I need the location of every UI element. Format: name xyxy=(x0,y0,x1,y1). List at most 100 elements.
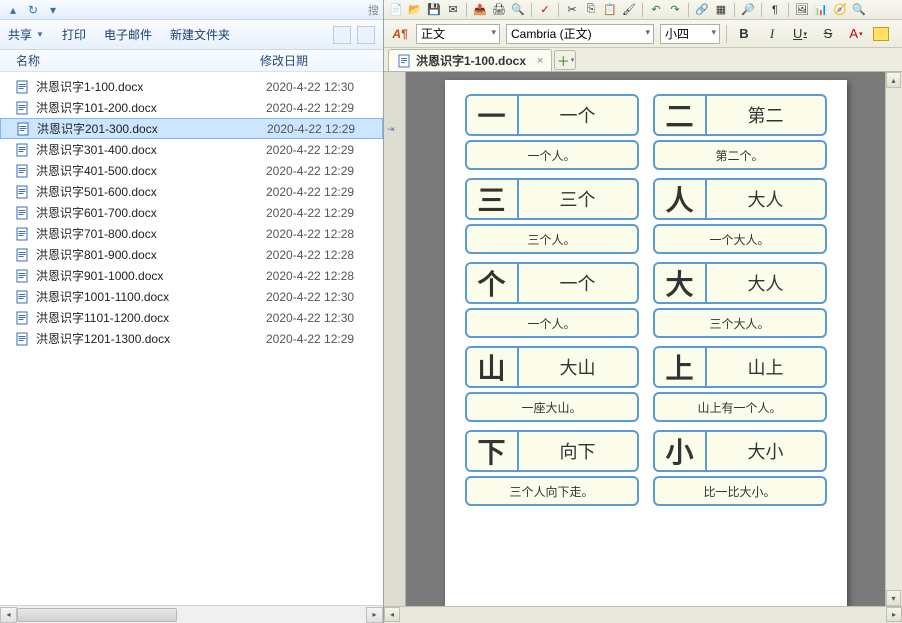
nonprinting-icon[interactable]: ¶ xyxy=(767,2,783,18)
file-row[interactable]: 洪恩识字901-1000.docx2020-4-22 12:28 xyxy=(0,265,383,286)
size-combo[interactable] xyxy=(660,24,720,44)
file-row[interactable]: 洪恩识字201-300.docx2020-4-22 12:29 xyxy=(0,118,383,139)
format-paint-icon[interactable]: 🖌 xyxy=(621,2,637,18)
close-tab-icon[interactable]: × xyxy=(537,55,543,67)
print-icon[interactable]: 🖨 xyxy=(491,2,507,18)
flashcard: 小大小比一比大小。 xyxy=(653,430,827,506)
editor-scroll-left-button[interactable]: ◂ xyxy=(384,607,400,622)
file-date: 2020-4-22 12:29 xyxy=(266,332,354,346)
gallery-icon[interactable]: 🖼 xyxy=(794,2,810,18)
file-date: 2020-4-22 12:30 xyxy=(266,290,354,304)
email-button[interactable]: 电子邮件 xyxy=(104,26,152,43)
file-row[interactable]: 洪恩识字101-200.docx2020-4-22 12:29 xyxy=(0,97,383,118)
card-character: 个 xyxy=(467,264,519,302)
file-date: 2020-4-22 12:28 xyxy=(266,269,354,283)
strikethrough-button[interactable]: S xyxy=(817,24,839,44)
redo-icon[interactable]: ↷ xyxy=(667,2,683,18)
copy-icon[interactable]: ⎘ xyxy=(583,2,599,18)
open-icon[interactable]: 📂 xyxy=(407,2,423,18)
style-combo[interactable] xyxy=(416,24,500,44)
font-color-button[interactable]: A▾ xyxy=(845,24,867,44)
vertical-scrollbar[interactable]: ▴ ▾ xyxy=(885,72,902,606)
flashcards-grid: 一一个一个人。二第二第二个。三三个三个人。人大人一个大人。个一个一个人。大大人三… xyxy=(465,94,827,506)
docx-icon xyxy=(14,247,30,263)
view-details-icon[interactable] xyxy=(357,26,375,44)
file-date: 2020-4-22 12:30 xyxy=(266,80,354,94)
card-character: 下 xyxy=(467,432,519,470)
mail-icon[interactable]: ✉ xyxy=(445,2,461,18)
chart-icon[interactable]: 📊 xyxy=(813,2,829,18)
table-icon[interactable]: ▦ xyxy=(713,2,729,18)
file-name: 洪恩识字601-700.docx xyxy=(36,204,266,221)
file-row[interactable]: 洪恩识字1001-1100.docx2020-4-22 12:30 xyxy=(0,286,383,307)
scroll-thumb[interactable] xyxy=(17,608,177,622)
navigator-icon[interactable]: 🧭 xyxy=(832,2,848,18)
file-row[interactable]: 洪恩识字701-800.docx2020-4-22 12:28 xyxy=(0,223,383,244)
paragraph-style-icon[interactable]: A¶ xyxy=(390,24,410,44)
new-tab-button[interactable]: ＋▾ xyxy=(554,50,576,70)
find-icon[interactable]: 🔎 xyxy=(740,2,756,18)
search-label: 搜 xyxy=(368,2,379,18)
refresh-icon[interactable]: ↻ xyxy=(24,2,42,18)
column-date-header[interactable]: 修改日期 xyxy=(260,52,383,69)
new-folder-button[interactable]: 新建文件夹 xyxy=(170,26,230,43)
file-name: 洪恩识字301-400.docx xyxy=(36,141,266,158)
file-date: 2020-4-22 12:29 xyxy=(267,122,355,136)
file-date: 2020-4-22 12:29 xyxy=(266,101,354,115)
font-combo[interactable] xyxy=(506,24,654,44)
editor-horizontal-scrollbar[interactable]: ◂ ▸ xyxy=(384,606,902,623)
italic-button[interactable]: I xyxy=(761,24,783,44)
file-row[interactable]: 洪恩识字1201-1300.docx2020-4-22 12:29 xyxy=(0,328,383,349)
card-sentence: 第二个。 xyxy=(653,140,827,170)
horizontal-scrollbar[interactable]: ◂ ▸ xyxy=(0,605,383,623)
save-icon[interactable]: 💾 xyxy=(426,2,442,18)
paste-icon[interactable]: 📋 xyxy=(602,2,618,18)
page-viewport[interactable]: 一一个一个人。二第二第二个。三三个三个人。人大人一个大人。个一个一个人。大大人三… xyxy=(406,72,885,606)
cut-icon[interactable]: ✂ xyxy=(564,2,580,18)
bold-button[interactable]: B xyxy=(733,24,755,44)
view-list-icon[interactable] xyxy=(333,26,351,44)
file-row[interactable]: 洪恩识字1-100.docx2020-4-22 12:30 xyxy=(0,76,383,97)
file-row[interactable]: 洪恩识字1101-1200.docx2020-4-22 12:30 xyxy=(0,307,383,328)
preview-icon[interactable]: 🔍 xyxy=(510,2,526,18)
link-icon[interactable]: 🔗 xyxy=(694,2,710,18)
scroll-track[interactable] xyxy=(17,607,366,623)
print-button[interactable]: 打印 xyxy=(62,26,86,43)
scroll-up-button[interactable]: ▴ xyxy=(886,72,901,88)
new-icon[interactable]: 📄 xyxy=(388,2,404,18)
file-row[interactable]: 洪恩识字601-700.docx2020-4-22 12:29 xyxy=(0,202,383,223)
card-character: 大 xyxy=(655,264,707,302)
scroll-left-button[interactable]: ◂ xyxy=(0,607,17,623)
file-row[interactable]: 洪恩识字301-400.docx2020-4-22 12:29 xyxy=(0,139,383,160)
card-sentence: 三个人向下走。 xyxy=(465,476,639,506)
spellcheck-icon[interactable]: ✓ xyxy=(537,2,553,18)
flashcard: 下向下三个人向下走。 xyxy=(465,430,639,506)
highlight-button[interactable] xyxy=(873,27,889,41)
dropdown-icon[interactable]: ▾ xyxy=(44,2,62,18)
card-character: 山 xyxy=(467,348,519,386)
share-button[interactable]: 共享▼ xyxy=(8,26,44,43)
scroll-down-button[interactable]: ▾ xyxy=(886,590,901,606)
file-list: 洪恩识字1-100.docx2020-4-22 12:30洪恩识字101-200… xyxy=(0,72,383,605)
up-icon[interactable]: ▴ xyxy=(4,2,22,18)
zoom-icon[interactable]: 🔍 xyxy=(851,2,867,18)
doc-icon xyxy=(397,54,411,68)
file-row[interactable]: 洪恩识字401-500.docx2020-4-22 12:29 xyxy=(0,160,383,181)
document-tab[interactable]: 洪恩识字1-100.docx × xyxy=(388,49,552,71)
vertical-ruler: ⇥ xyxy=(384,72,406,606)
file-explorer-pane: ▴ ↻ ▾ 搜 共享▼ 打印 电子邮件 新建文件夹 名称 修改日期 洪恩识字1-… xyxy=(0,0,384,623)
file-row[interactable]: 洪恩识字801-900.docx2020-4-22 12:28 xyxy=(0,244,383,265)
column-name-header[interactable]: 名称 xyxy=(0,52,260,69)
card-sentence: 三个人。 xyxy=(465,224,639,254)
scroll-right-button[interactable]: ▸ xyxy=(366,607,383,623)
export-icon[interactable]: 📤 xyxy=(472,2,488,18)
card-character: 上 xyxy=(655,348,707,386)
editor-scroll-right-button[interactable]: ▸ xyxy=(886,607,902,622)
file-row[interactable]: 洪恩识字501-600.docx2020-4-22 12:29 xyxy=(0,181,383,202)
file-name: 洪恩识字1001-1100.docx xyxy=(36,288,266,305)
word-processor-pane: 📄 📂 💾 ✉ 📤 🖨 🔍 ✓ ✂ ⎘ 📋 🖌 ↶ ↷ 🔗 ▦ 🔎 ¶ 🖼 📊 … xyxy=(384,0,902,623)
undo-icon[interactable]: ↶ xyxy=(648,2,664,18)
document-page: 一一个一个人。二第二第二个。三三个三个人。人大人一个大人。个一个一个人。大大人三… xyxy=(445,80,847,606)
format-toolbar: A¶ B I U▾ S A▾ xyxy=(384,20,902,48)
underline-button[interactable]: U▾ xyxy=(789,24,811,44)
